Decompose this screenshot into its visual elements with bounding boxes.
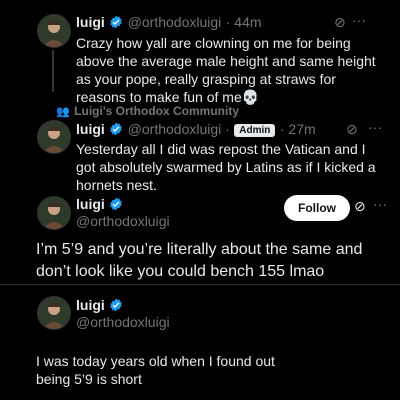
tweet-text: I’m 5’9 and you’re literally about the s… <box>36 241 363 280</box>
author-name[interactable]: luigi <box>76 297 105 313</box>
author-handle[interactable]: @orthodoxluigi · <box>128 121 230 137</box>
more-options-icon[interactable]: ··· <box>373 196 387 212</box>
avatar[interactable] <box>37 120 71 154</box>
author-name[interactable]: luigi <box>76 196 105 212</box>
author-name[interactable]: luigi <box>76 14 105 30</box>
community-icon: 👥 <box>56 106 70 118</box>
author-handle[interactable]: @orthodoxluigi <box>128 14 222 30</box>
thread-line <box>52 50 54 92</box>
author-handle[interactable]: @orthodoxluigi <box>76 213 170 229</box>
verified-badge-icon <box>109 197 123 211</box>
more-options-icon[interactable]: ··· <box>368 119 382 135</box>
avatar[interactable] <box>37 296 71 330</box>
community-label[interactable]: Luigi's Orthodox Community <box>74 104 239 118</box>
tweet-text: I was today years old when I found out b… <box>36 353 275 387</box>
admin-badge: Admin <box>234 124 276 137</box>
grok-icon[interactable]: ⊘ <box>354 198 366 215</box>
tweet-text: Crazy how yall are clowning on me for be… <box>76 35 376 105</box>
timestamp[interactable]: · 27m <box>280 121 316 137</box>
author-handle[interactable]: @orthodoxluigi <box>76 314 170 330</box>
avatar[interactable] <box>37 196 71 230</box>
grok-icon[interactable]: ⊘ <box>346 121 358 138</box>
verified-badge-icon <box>109 122 123 136</box>
author-name[interactable]: luigi <box>76 121 105 137</box>
grok-icon[interactable]: ⊘ <box>334 14 346 31</box>
avatar[interactable] <box>37 14 71 48</box>
verified-badge-icon <box>109 298 123 312</box>
verified-badge-icon <box>109 15 123 29</box>
more-options-icon[interactable]: ··· <box>352 12 366 28</box>
divider <box>0 284 400 285</box>
timestamp[interactable]: · 44m <box>226 14 262 30</box>
tweet-text: Yesterday all I did was repost the Vatic… <box>76 141 376 193</box>
follow-button[interactable]: Follow <box>284 195 350 221</box>
